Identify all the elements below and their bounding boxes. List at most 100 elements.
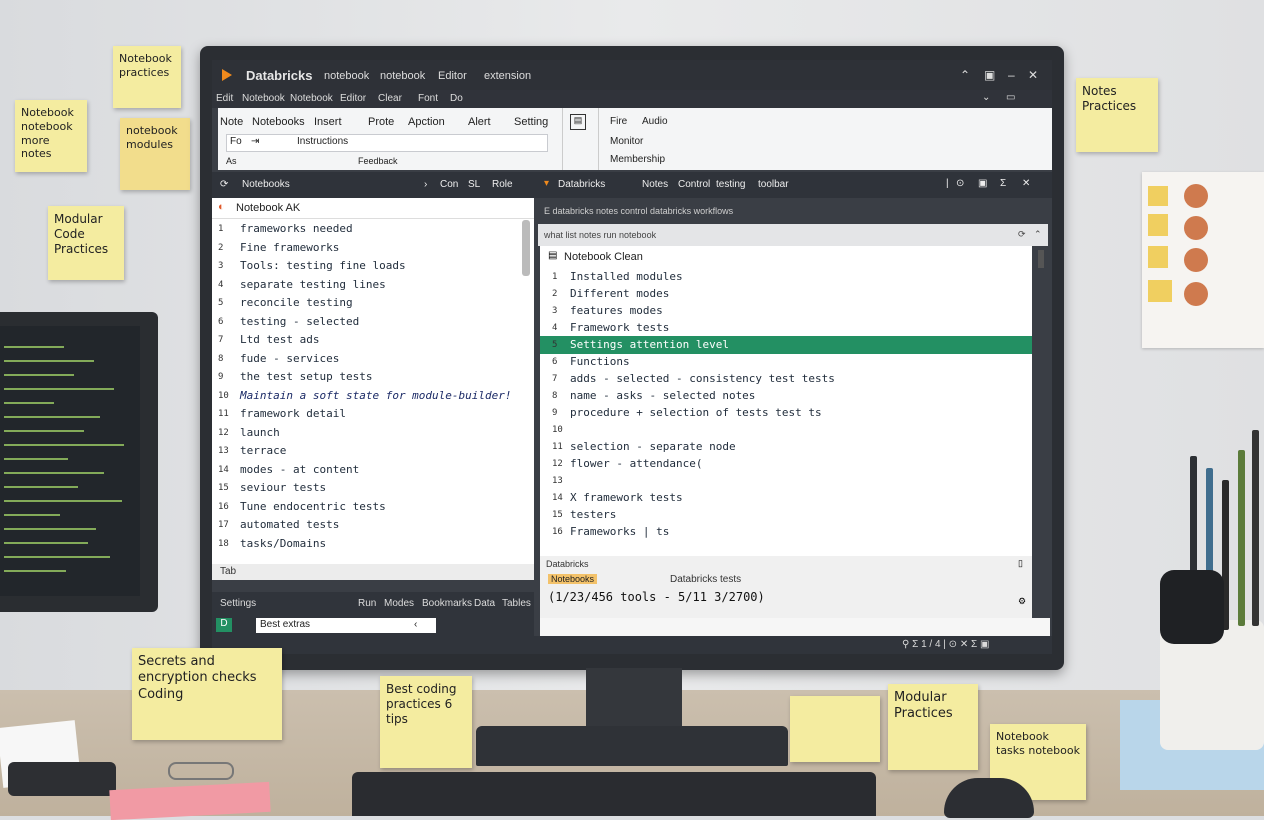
code-line[interactable]: separate testing lines [240, 278, 386, 291]
chevron-up-icon[interactable]: ⌃ [1034, 229, 1042, 240]
code-line[interactable]: Ltd test ads [240, 333, 319, 346]
header-action[interactable]: Role [492, 179, 513, 190]
bottom-tab[interactable]: Run [358, 598, 376, 609]
menu-item[interactable]: Do [450, 93, 463, 104]
code-line[interactable]: terrace [240, 444, 286, 457]
target-icon[interactable]: ⊙ [956, 178, 964, 189]
code-line[interactable]: name - asks - selected notes [570, 389, 755, 402]
code-line[interactable]: frameworks needed [240, 222, 353, 235]
bottom-tab[interactable]: Data [474, 598, 495, 609]
minimize-icon[interactable]: – [1008, 68, 1015, 82]
code-line[interactable]: Framework tests [570, 321, 669, 334]
code-line[interactable]: Frameworks | ts [570, 525, 669, 538]
chevron-left-icon[interactable]: ‹ [414, 619, 417, 630]
ribbon-option[interactable]: Fire [610, 116, 627, 127]
chevron-down-icon[interactable]: ⌄ [982, 92, 990, 103]
code-line[interactable]: features modes [570, 304, 663, 317]
code-line[interactable]: testers [570, 508, 616, 521]
menu-item[interactable]: Notebook [242, 93, 285, 104]
bottom-tab[interactable]: Bookmarks [422, 598, 472, 609]
ribbon-option[interactable]: Monitor [610, 136, 643, 147]
code-line[interactable]: fude - services [240, 352, 339, 365]
panel-icon[interactable]: ▣ [978, 178, 987, 189]
code-line[interactable]: tasks/Domains [240, 537, 326, 550]
close-icon[interactable]: ✕ [1028, 68, 1038, 82]
header-action[interactable]: toolbar [758, 179, 789, 190]
ribbon-tab[interactable]: Notebooks [252, 116, 305, 128]
menu-item[interactable]: Editor [340, 93, 366, 104]
left-code-pane[interactable]: ◐ Notebook AK 1 frameworks needed 2 Fine fr… [212, 198, 534, 564]
ribbon-tab[interactable]: Setting [514, 116, 548, 128]
subtoolbar-text[interactable]: E databricks notes control databricks wo… [544, 206, 733, 216]
code-line[interactable]: Tools: testing fine loads [240, 259, 406, 272]
ribbon-tab[interactable]: Note [220, 116, 243, 128]
code-line[interactable]: the test setup tests [240, 370, 372, 383]
ribbon-option[interactable]: Membership [610, 154, 665, 165]
scrollbar-thumb[interactable] [1038, 250, 1044, 268]
menu-item[interactable]: notebook [380, 70, 425, 82]
restore-icon[interactable]: ▣ [984, 68, 995, 82]
restore-icon[interactable]: ▭ [1006, 92, 1015, 103]
ribbon-label[interactable]: Feedback [358, 156, 398, 166]
code-line[interactable]: testing - selected [240, 315, 359, 328]
scrollbar-thumb[interactable] [522, 220, 530, 276]
code-line[interactable]: adds - selected - consistency test tests [570, 372, 835, 385]
chevron-up-icon[interactable]: ⌃ [960, 68, 970, 82]
code-line[interactable]: procedure + selection of tests test ts [570, 406, 822, 419]
ribbon-tab[interactable]: Alert [468, 116, 491, 128]
right-code-pane[interactable]: ▤ Notebook Clean 1 Installed modules 2 Diff… [540, 246, 1044, 556]
header-action[interactable]: testing [716, 179, 745, 190]
sigma-icon[interactable]: Σ [1000, 178, 1006, 189]
menu-item[interactable]: extension [484, 70, 531, 82]
code-line[interactable]: launch [240, 426, 280, 439]
run-status-icon[interactable]: D [216, 618, 232, 632]
bottom-tab[interactable]: Settings [220, 598, 256, 609]
code-line[interactable]: selection - separate node [570, 440, 736, 453]
settings-icon[interactable]: ⚙ [1018, 596, 1026, 607]
header-action[interactable]: Notes [642, 179, 668, 190]
menu-item[interactable]: Clear [378, 93, 402, 104]
menu-item[interactable]: Notebook [290, 93, 333, 104]
ribbon-tab[interactable]: Insert [314, 116, 342, 128]
code-line[interactable]: Functions [570, 355, 630, 368]
menu-item[interactable]: Edit [216, 93, 233, 104]
bottom-tab[interactable]: Modes [384, 598, 414, 609]
header-action[interactable]: SL [468, 179, 480, 190]
menu-item[interactable]: Font [418, 93, 438, 104]
close-icon[interactable]: ✕ [1022, 178, 1030, 189]
header-action[interactable]: Control [678, 179, 710, 190]
expand-icon[interactable]: ▯ [1018, 558, 1023, 569]
play-icon[interactable]: ⇥ [251, 136, 259, 147]
ribbon-tab[interactable]: Prote [368, 116, 394, 128]
ribbon-option[interactable]: Audio [642, 116, 668, 127]
code-line[interactable]: automated tests [240, 518, 339, 531]
refresh-icon[interactable]: ⟳ [220, 179, 228, 190]
instructions-input[interactable]: Fo ⇥ Instructions [226, 134, 548, 152]
chevron-right-icon[interactable]: › [424, 179, 427, 190]
subtoolbar-text[interactable]: what list notes run notebook [544, 230, 656, 240]
code-line[interactable]: X framework tests [570, 491, 683, 504]
code-line[interactable]: flower - attendance( [570, 457, 702, 470]
refresh-icon[interactable]: ⟳ [1018, 229, 1026, 240]
ribbon-tab[interactable]: Apction [408, 116, 445, 128]
right-subtoolbar: E databricks notes control databricks wo… [538, 198, 1048, 224]
code-line[interactable]: Settings attention level [570, 338, 729, 351]
code-line[interactable]: modes - at content [240, 463, 359, 476]
right-file-tab[interactable]: ▤ Notebook Clean [540, 246, 1032, 268]
code-line[interactable]: framework detail [240, 407, 346, 420]
code-line[interactable]: seviour tests [240, 481, 326, 494]
line-number: 6 [552, 357, 558, 367]
code-line[interactable]: Maintain a soft state for module-builder… [240, 389, 512, 402]
header-action[interactable]: Con [440, 179, 458, 190]
code-line[interactable]: Installed modules [570, 270, 683, 283]
code-line[interactable]: Fine frameworks [240, 241, 339, 254]
menu-item[interactable]: Editor [438, 70, 467, 82]
code-line[interactable]: reconcile testing [240, 296, 353, 309]
menu-item[interactable]: notebook [324, 70, 369, 82]
bottom-tab[interactable]: Tables [502, 598, 531, 609]
left-file-tab[interactable]: ◐ Notebook AK [212, 198, 534, 219]
notebook-icon[interactable]: ▤ [570, 114, 586, 130]
code-line[interactable]: Different modes [570, 287, 669, 300]
bottom-input[interactable]: Best extras ‹ [256, 618, 436, 633]
code-line[interactable]: Tune endocentric tests [240, 500, 386, 513]
